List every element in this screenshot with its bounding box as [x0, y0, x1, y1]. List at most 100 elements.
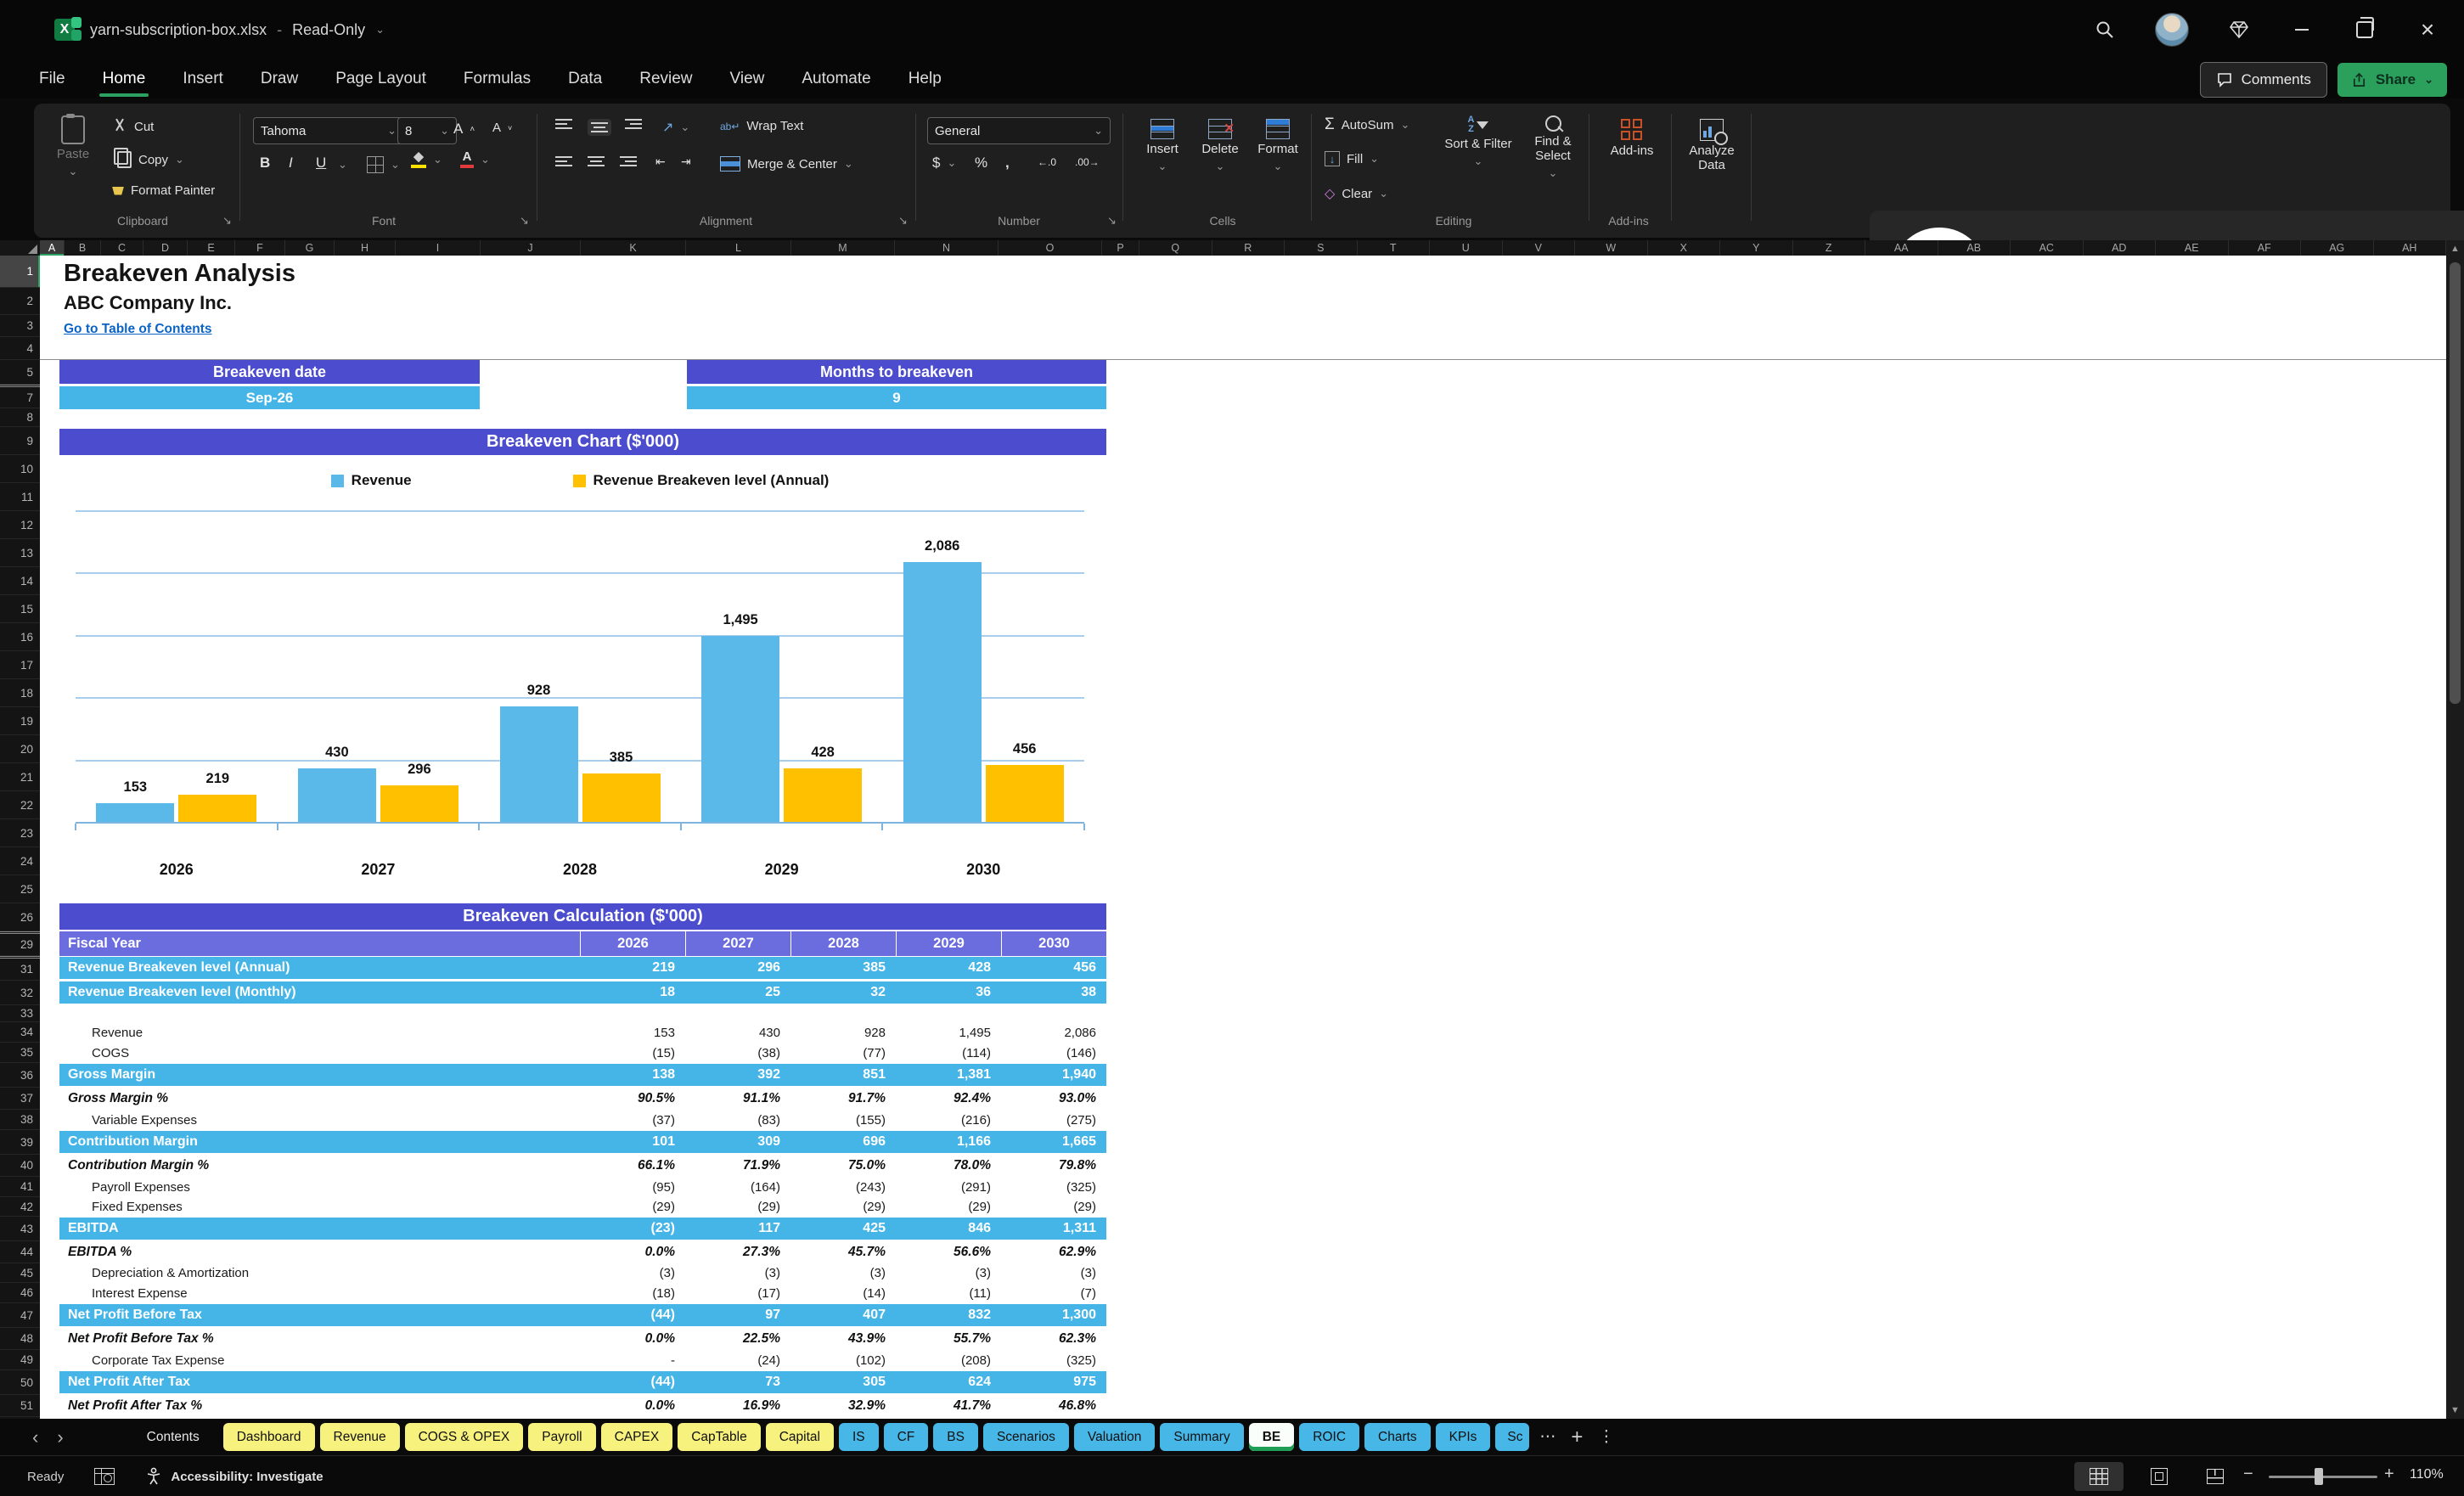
column-header-w[interactable]: W [1575, 240, 1648, 256]
cell-value[interactable]: 97 [685, 1304, 790, 1326]
sheet-tab-contents[interactable]: Contents [128, 1423, 218, 1451]
cell-value[interactable]: 928 [790, 1022, 896, 1043]
column-header-t[interactable]: T [1358, 240, 1431, 256]
column-header-ag[interactable]: AG [2301, 240, 2374, 256]
sort-filter-button[interactable]: AZ Sort & Filter⌄ [1443, 115, 1513, 168]
close-button[interactable]: × [2415, 17, 2440, 42]
menu-tab-home[interactable]: Home [101, 66, 148, 92]
row-header-46[interactable]: 46 [0, 1283, 40, 1303]
cell-value[interactable]: (44) [580, 1304, 685, 1326]
share-button[interactable]: Share ⌄ [2337, 63, 2447, 97]
new-sheet-button[interactable]: + [1566, 1426, 1588, 1449]
table-row-variable-expenses[interactable]: Variable Expenses(37)(83)(155)(216)(275) [59, 1110, 1106, 1130]
row-header-25[interactable]: 25 [0, 875, 40, 903]
cell-value[interactable]: 46.8% [1001, 1395, 1106, 1417]
cell-value[interactable]: (29) [790, 1197, 896, 1217]
column-header-f[interactable]: F [235, 240, 285, 256]
cell-value[interactable]: 219 [580, 957, 685, 979]
increase-decimal-button[interactable]: ←.0 [1038, 156, 1056, 168]
cell-value[interactable]: 73 [685, 1371, 790, 1393]
row-header-50[interactable]: 50 [0, 1370, 40, 1395]
column-header-ac[interactable]: AC [2011, 240, 2084, 256]
cell-value[interactable]: 62.3% [1001, 1328, 1106, 1350]
table-band-title[interactable]: Breakeven Calculation ($'000) [59, 903, 1106, 930]
align-middle-button[interactable] [588, 119, 611, 136]
cell-value[interactable]: 16.9% [685, 1395, 790, 1417]
cell-value[interactable]: (3) [1001, 1263, 1106, 1283]
cell-value[interactable]: 1,665 [1001, 1131, 1106, 1153]
cell-value[interactable]: 1,311 [1001, 1218, 1106, 1240]
row-header-42[interactable]: 42 [0, 1197, 40, 1217]
cell-value[interactable]: (325) [1001, 1177, 1106, 1197]
font-dialog-launcher[interactable]: ↘ [520, 214, 529, 228]
analyze-data-button[interactable]: Analyze Data [1676, 119, 1747, 172]
cell-value[interactable]: 0.0% [580, 1241, 685, 1263]
row-label[interactable]: Gross Margin [68, 1064, 155, 1086]
cell-value[interactable]: 153 [580, 1022, 685, 1043]
cell-value[interactable]: 91.1% [685, 1088, 790, 1110]
table-row-gross-margin[interactable]: Gross Margin1383928511,3811,940 [59, 1064, 1106, 1086]
cell-value[interactable]: 62.9% [1001, 1241, 1106, 1263]
row-header-35[interactable]: 35 [0, 1043, 40, 1063]
table-row-net-profit-before-tax[interactable]: Net Profit Before Tax(44)974078321,300 [59, 1304, 1106, 1326]
months-to-breakeven-value[interactable]: 9 [687, 386, 1106, 409]
cell-value[interactable]: 1,166 [896, 1131, 1001, 1153]
row-label[interactable]: Payroll Expenses [92, 1177, 190, 1197]
row-header-17[interactable]: 17 [0, 651, 40, 679]
menu-tab-file[interactable]: File [37, 66, 67, 92]
row-label[interactable]: Revenue Breakeven level (Annual) [68, 957, 290, 979]
row-label[interactable]: Revenue Breakeven level (Monthly) [68, 981, 296, 1004]
row-header-40[interactable]: 40 [0, 1155, 40, 1177]
column-header-r[interactable]: R [1212, 240, 1285, 256]
cell-value[interactable]: 22.5% [685, 1328, 790, 1350]
select-all-corner[interactable] [0, 240, 41, 256]
sheet-tab-dashboard[interactable]: Dashboard [223, 1423, 315, 1451]
row-header-26[interactable]: 26 [0, 903, 40, 931]
cell-value[interactable]: - [580, 1350, 685, 1370]
alignment-dialog-launcher[interactable]: ↘ [898, 214, 908, 228]
decrease-indent-button[interactable]: ⇤ [655, 155, 666, 169]
insert-cells-button[interactable]: Insert⌄ [1136, 119, 1189, 173]
sheet-tab-roic[interactable]: ROIC [1299, 1423, 1359, 1451]
cell-value[interactable]: (114) [896, 1043, 1001, 1063]
font-family-combo[interactable]: Tahoma⌄ [253, 117, 404, 144]
cell-value[interactable]: 385 [790, 957, 896, 979]
menu-tab-page-layout[interactable]: Page Layout [334, 66, 428, 92]
table-row-revenue[interactable]: Revenue1534309281,4952,086 [59, 1022, 1106, 1043]
row-header-3[interactable]: 3 [0, 315, 40, 337]
borders-button[interactable]: ⌄ [367, 156, 400, 173]
table-of-contents-link[interactable]: Go to Table of Contents [64, 322, 212, 337]
cell-value[interactable]: (3) [790, 1263, 896, 1283]
cell-value[interactable]: (164) [685, 1177, 790, 1197]
cell-value[interactable]: (146) [1001, 1043, 1106, 1063]
column-header-n[interactable]: N [895, 240, 999, 256]
row-header-12[interactable]: 12 [0, 511, 40, 539]
clipboard-dialog-launcher[interactable]: ↘ [222, 214, 232, 228]
row-header-44[interactable]: 44 [0, 1241, 40, 1263]
row-header-16[interactable]: 16 [0, 623, 40, 651]
font-size-combo[interactable]: 8⌄ [397, 117, 457, 144]
clear-button[interactable]: ◇ Clear⌄ [1325, 185, 1388, 202]
cell-value[interactable]: 456 [1001, 957, 1106, 979]
number-format-combo[interactable]: General⌄ [927, 117, 1111, 144]
fill-button[interactable]: ↓ Fill⌄ [1325, 151, 1379, 166]
row-label[interactable]: Interest Expense [92, 1283, 188, 1303]
chart-band-title[interactable]: Breakeven Chart ($'000) [59, 429, 1106, 455]
column-header-ae[interactable]: AE [2156, 240, 2229, 256]
row-header-49[interactable]: 49 [0, 1350, 40, 1370]
italic-button[interactable]: I [289, 155, 293, 172]
column-header-ah[interactable]: AH [2374, 240, 2447, 256]
copy-button[interactable]: Copy ⌄ [112, 151, 184, 168]
comments-button[interactable]: Comments [2200, 62, 2327, 98]
comma-button[interactable]: , [1005, 155, 1010, 172]
cell-value[interactable]: 309 [685, 1131, 790, 1153]
fill-color-button[interactable]: ◆⌄ [411, 151, 442, 168]
cell-value[interactable]: 1,940 [1001, 1064, 1106, 1086]
table-row-contribution-margin[interactable]: Contribution Margin %66.1%71.9%75.0%78.0… [59, 1155, 1106, 1177]
cell-value[interactable]: 138 [580, 1064, 685, 1086]
cell-value[interactable]: (3) [580, 1263, 685, 1283]
row-label[interactable]: Contribution Margin % [68, 1155, 209, 1177]
cell-value[interactable]: 428 [896, 957, 1001, 979]
breakeven-date-header[interactable]: Breakeven date [59, 360, 480, 384]
column-header-s[interactable]: S [1285, 240, 1358, 256]
